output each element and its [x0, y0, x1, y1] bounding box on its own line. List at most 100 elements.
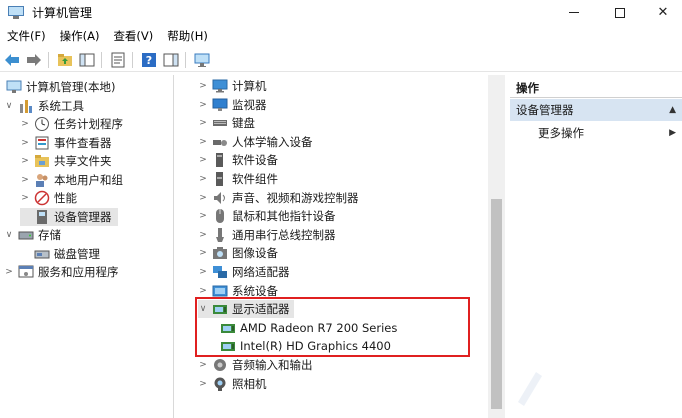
system-tools-icon — [18, 98, 34, 114]
device-category[interactable]: > 键盘 — [198, 114, 259, 132]
tree-item[interactable]: > 性能 — [20, 189, 83, 207]
collapsed-caret-icon[interactable]: > — [198, 360, 208, 370]
scan-hardware-button[interactable] — [192, 50, 212, 70]
collapsed-caret-icon[interactable]: > — [198, 248, 208, 258]
collapsed-caret-icon[interactable]: > — [20, 193, 30, 203]
hid-icon — [212, 134, 228, 150]
collapsed-caret-icon[interactable]: > — [20, 138, 30, 148]
tree-item-label: 本地用户和组 — [54, 172, 123, 187]
device-category[interactable]: > 人体学输入设备 — [198, 133, 317, 151]
help-icon: ? — [142, 52, 156, 67]
device-category[interactable]: > 计算机 — [198, 77, 271, 95]
expanded-caret-icon[interactable]: ∨ — [4, 230, 14, 240]
device-label: 图像设备 — [232, 246, 278, 261]
collapsed-caret-icon[interactable]: > — [198, 230, 208, 240]
collapsed-caret-icon[interactable]: > — [198, 211, 208, 221]
help-button[interactable]: ? — [139, 50, 159, 70]
device-category[interactable]: > 网络适配器 — [198, 263, 294, 281]
tree-item[interactable]: > 共享文件夹 — [20, 152, 118, 170]
more-actions-item[interactable]: 更多操作 ▶ — [510, 123, 682, 143]
mouse-icon — [212, 208, 228, 224]
close-icon: ✕ — [657, 5, 669, 20]
device-category[interactable]: > 图像设备 — [198, 244, 282, 262]
forward-button[interactable] — [24, 50, 44, 70]
tree-item-label: 计算机管理(本地) — [26, 80, 116, 94]
collapsed-caret-icon[interactable]: > — [198, 174, 208, 184]
action-pane-button[interactable] — [161, 50, 181, 70]
toolbar: ? — [0, 48, 682, 72]
close-button[interactable]: ✕ — [641, 0, 682, 25]
imaging-device-icon — [212, 245, 228, 261]
tree-item[interactable]: > 事件查看器 — [20, 134, 118, 152]
collapse-arrow-icon[interactable]: ▲ — [669, 105, 676, 115]
computer-icon — [212, 78, 228, 94]
tree-item[interactable]: 计算机管理(本地) — [2, 78, 121, 96]
collapsed-caret-icon[interactable]: > — [198, 137, 208, 147]
maximize-button[interactable] — [598, 0, 642, 25]
minimize-button[interactable] — [552, 0, 596, 25]
device-category[interactable]: > 音频输入和输出 — [198, 356, 317, 374]
tree-item-label: 存储 — [38, 228, 61, 242]
collapsed-caret-icon[interactable]: > — [198, 379, 208, 389]
actions-header: 操作 — [510, 78, 682, 98]
tree-item[interactable]: ∨ 存储 — [4, 226, 67, 244]
menu-action[interactable]: 操作(A) — [53, 28, 107, 44]
actions-section-device-manager[interactable]: 设备管理器 ▲ — [510, 99, 682, 121]
tree-item[interactable]: ∨ 系统工具 — [4, 97, 90, 115]
tree-item[interactable]: > 服务和应用程序 — [4, 263, 125, 281]
tree-item[interactable]: > 本地用户和组 — [20, 171, 129, 189]
window-title: 计算机管理 — [32, 6, 93, 20]
properties-button[interactable] — [108, 50, 128, 70]
tree-item[interactable]: 设备管理器 — [20, 207, 118, 226]
device-category[interactable]: > 软件组件 — [198, 170, 282, 188]
services-icon — [18, 264, 34, 280]
device-label: 鼠标和其他指针设备 — [232, 209, 336, 224]
collapsed-caret-icon[interactable]: > — [4, 267, 14, 277]
device-category[interactable]: > 鼠标和其他指针设备 — [198, 207, 340, 225]
collapsed-caret-icon[interactable]: > — [198, 118, 208, 128]
tree-item-label: 性能 — [54, 191, 77, 205]
device-label: 照相机 — [232, 376, 267, 391]
collapsed-caret-icon[interactable]: > — [20, 156, 30, 166]
tree-item[interactable]: 磁盘管理 — [20, 245, 106, 263]
collapsed-caret-icon[interactable]: > — [198, 267, 208, 277]
device-label: 通用串行总线控制器 — [232, 227, 336, 242]
collapsed-caret-icon[interactable]: > — [198, 286, 208, 296]
storage-icon — [18, 227, 34, 243]
computer-management-icon — [6, 79, 22, 95]
device-label: 键盘 — [232, 116, 255, 131]
software-component-icon — [212, 171, 228, 187]
expanded-caret-icon[interactable]: ∨ — [4, 101, 14, 111]
maximize-icon — [615, 7, 625, 18]
collapsed-caret-icon[interactable]: > — [20, 175, 30, 185]
back-button[interactable] — [2, 50, 22, 70]
minimize-icon — [569, 12, 579, 13]
device-category[interactable]: > 照相机 — [198, 375, 271, 393]
forward-arrow-icon — [27, 53, 41, 66]
monitor-icon — [194, 53, 210, 67]
collapsed-caret-icon[interactable]: > — [198, 193, 208, 203]
collapsed-caret-icon[interactable]: > — [20, 119, 30, 129]
collapsed-caret-icon[interactable]: > — [198, 81, 208, 91]
device-category[interactable]: > 声音、视频和游戏控制器 — [198, 189, 363, 207]
software-device-icon — [212, 152, 228, 168]
collapsed-caret-icon[interactable]: > — [198, 100, 208, 110]
tree-item-label: 磁盘管理 — [54, 246, 100, 261]
device-label: 软件组件 — [232, 172, 278, 186]
device-category[interactable]: > 通用串行总线控制器 — [198, 226, 340, 244]
action-pane-icon — [163, 53, 179, 66]
menu-file[interactable]: 文件(F) — [0, 28, 53, 44]
menu-view[interactable]: 查看(V) — [106, 28, 160, 44]
device-category[interactable]: > 监视器 — [198, 96, 271, 114]
menu-help[interactable]: 帮助(H) — [160, 28, 215, 44]
tree-item[interactable]: > 任务计划程序 — [20, 115, 129, 133]
device-category[interactable]: > 软件设备 — [198, 151, 282, 169]
collapsed-caret-icon[interactable]: > — [198, 155, 208, 165]
submenu-arrow-icon: ▶ — [669, 128, 676, 138]
show-hide-console-tree-button[interactable] — [77, 50, 97, 70]
monitor-icon — [212, 97, 228, 113]
actions-section-label: 设备管理器 — [516, 103, 574, 117]
tree-item-label: 设备管理器 — [54, 209, 112, 224]
toolbar-separator — [132, 51, 133, 68]
up-one-level-button[interactable] — [55, 50, 75, 70]
